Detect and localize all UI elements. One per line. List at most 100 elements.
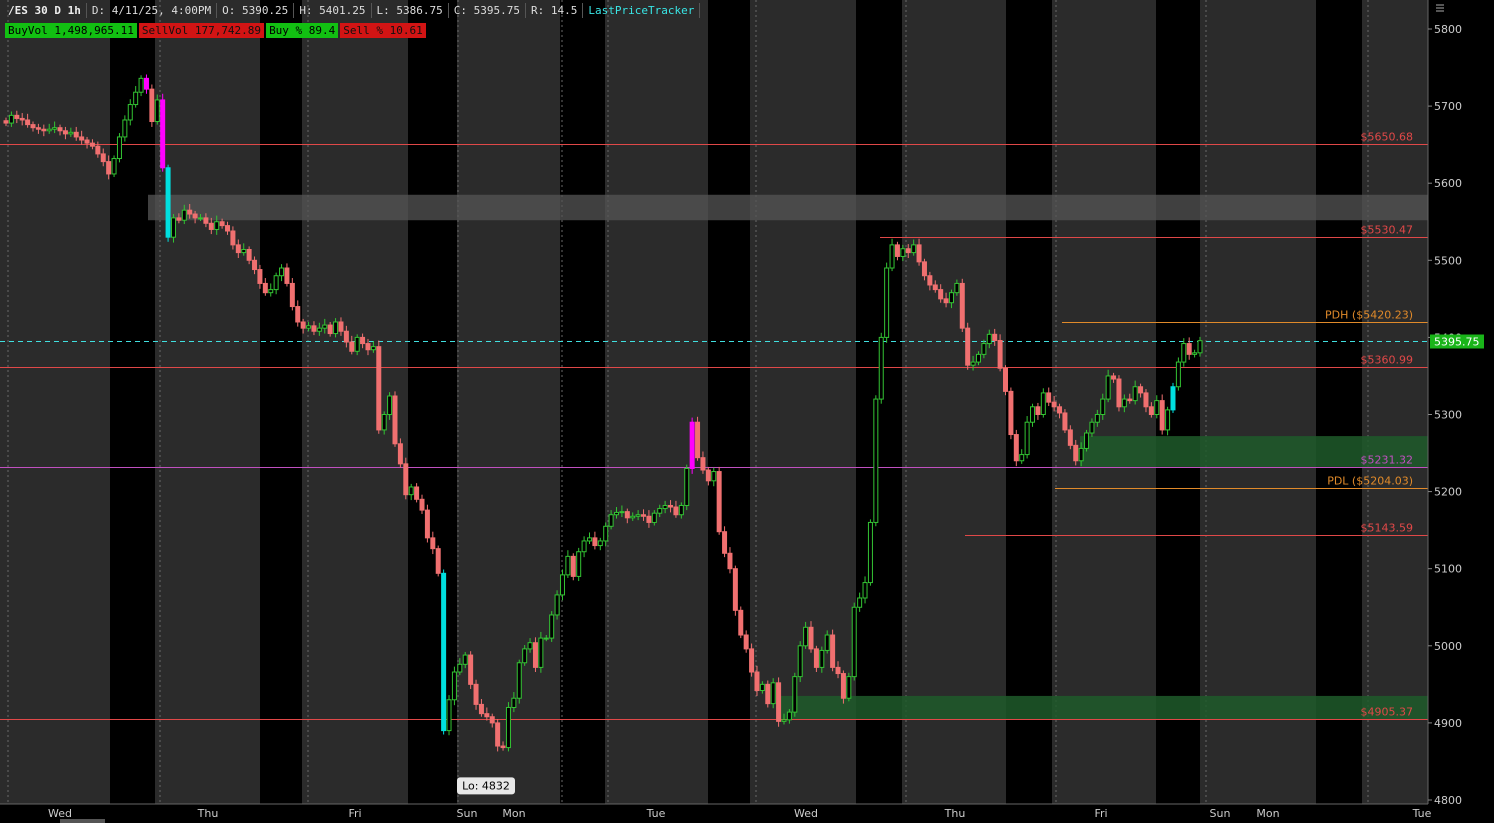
x-tick-label: Mon [1256, 807, 1279, 820]
candle-body [311, 325, 317, 332]
candle-body [451, 671, 457, 701]
price-chart[interactable]: $5650.68 $5530.47 PDH ($5420.23) $5360.99 $5… [0, 0, 1494, 823]
candle-body [1105, 375, 1111, 400]
candle-body [419, 498, 425, 511]
candle-body [424, 509, 430, 539]
candle-body [484, 713, 490, 718]
candle-body [446, 699, 452, 732]
candle-body [565, 555, 571, 576]
candle-body [678, 504, 684, 516]
candle-body [522, 648, 528, 664]
session-band [110, 0, 155, 804]
candle-body [106, 161, 112, 175]
candle-body [79, 136, 85, 141]
close-label: C: 5395.75 [449, 3, 527, 18]
candle-body [954, 282, 960, 294]
candle-body [1159, 400, 1165, 431]
candle-body [705, 469, 711, 482]
candle-body [792, 676, 798, 713]
candle-body [749, 648, 755, 673]
green-zone [780, 695, 1428, 720]
chart-header: /ES 30 D 1h D: 4/11/25, 4:00PM O: 5390.2… [3, 2, 701, 19]
candle-body [759, 683, 765, 692]
candle-body [219, 221, 225, 227]
candle-body [576, 551, 582, 577]
candle-body [387, 395, 393, 416]
session-band [560, 0, 605, 804]
candle-body [1186, 343, 1192, 355]
session-band [260, 0, 302, 804]
candle-body [554, 594, 560, 616]
session-band [408, 0, 457, 804]
candle-body [408, 486, 414, 496]
x-tick-label: Thu [197, 807, 219, 820]
candle-body [1181, 343, 1187, 363]
candle-body [824, 634, 830, 651]
price-axis-panel[interactable] [1428, 0, 1494, 804]
overlay-labels: Lo: 4832 [457, 777, 515, 795]
candle-body [25, 119, 31, 126]
session-band [605, 0, 708, 804]
candle-body [257, 269, 263, 284]
y-tick-label: 5000 [1434, 640, 1462, 653]
candle-body [911, 244, 917, 254]
candle-body [716, 471, 722, 533]
session-band [902, 0, 1006, 804]
candle-body [316, 327, 322, 332]
level-label: $5143.59 [1361, 522, 1414, 535]
candle-body [165, 167, 171, 238]
candle-body [992, 333, 998, 341]
buy-volume-badge: BuyVol 1,498,965.11 [5, 23, 137, 38]
candle-body [846, 676, 852, 699]
candle-body [279, 267, 285, 277]
candle-body [900, 248, 906, 257]
candle-body [8, 114, 14, 124]
level-label: $5231.32 [1361, 454, 1414, 467]
candle-body [1192, 352, 1198, 355]
candle-body [1154, 400, 1160, 416]
candle-body [986, 333, 992, 345]
candle-body [1148, 406, 1154, 416]
scroll-thumb[interactable] [60, 819, 105, 823]
level-label: PDL ($5204.03) [1327, 475, 1413, 488]
candle-body [873, 398, 879, 523]
x-tick-label: Fri [1094, 807, 1107, 820]
candle-body [722, 531, 728, 554]
candle-body [1008, 390, 1014, 436]
candle-body [430, 537, 436, 550]
symbol-label[interactable]: /ES 30 D 1h [3, 3, 87, 18]
gray-zone [148, 194, 1428, 221]
candle-body [662, 504, 668, 510]
candle-body [1084, 432, 1090, 449]
candle-body [889, 244, 895, 269]
candle-body [89, 142, 95, 147]
candle-body [959, 282, 965, 329]
candle-body [819, 649, 825, 668]
candle-body [932, 284, 938, 291]
candle-body [376, 346, 382, 431]
candle-body [252, 259, 258, 271]
candle-body [505, 706, 511, 749]
candle-body [927, 275, 933, 286]
candle-body [857, 597, 863, 608]
candle-body [403, 463, 409, 496]
candle-body [1040, 392, 1046, 415]
candle-body [52, 127, 58, 130]
candle-body [786, 711, 792, 721]
low-callout-label: Lo: 4832 [462, 779, 510, 792]
candle-body [727, 552, 733, 570]
session-band [708, 0, 750, 804]
candle-body [1116, 378, 1122, 408]
collapse-icon[interactable] [1434, 2, 1446, 14]
candle-body [73, 131, 79, 138]
candle-body [581, 540, 587, 553]
candle-body [343, 330, 349, 343]
study-label[interactable]: LastPriceTracker [583, 3, 701, 18]
candle-body [241, 249, 247, 254]
y-tick-label: 5700 [1434, 100, 1462, 113]
y-tick-label: 5600 [1434, 177, 1462, 190]
level-label: $4905.37 [1361, 706, 1414, 719]
sell-percent-badge: Sell % 10.61 [340, 23, 426, 38]
candle-body [381, 414, 387, 431]
candle-body [273, 275, 279, 291]
